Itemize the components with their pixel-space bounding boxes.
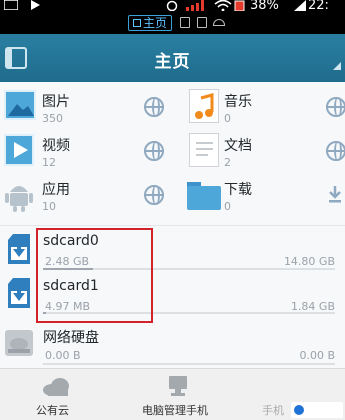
main-content: 图片 350 音乐 0 视频 12 文档 2 应用 10 下载 0 sdcard… bbox=[0, 82, 345, 368]
header-title: 主页 bbox=[154, 52, 191, 72]
globe-icon[interactable] bbox=[144, 185, 164, 205]
drive-used: 0.00 B bbox=[45, 349, 81, 362]
drive-total: 14.80 GB bbox=[283, 255, 335, 268]
category-count: 10 bbox=[42, 200, 56, 213]
category-name: 下载 bbox=[224, 182, 252, 198]
drive-usage-bar bbox=[43, 363, 335, 365]
folder-icon bbox=[187, 180, 221, 210]
category-apps[interactable]: 应用 10 bbox=[0, 176, 172, 216]
watermark-icon bbox=[294, 405, 304, 415]
network-disk-icon bbox=[4, 328, 34, 358]
tab-icon-2[interactable] bbox=[197, 17, 207, 28]
category-name: 图片 bbox=[42, 94, 70, 110]
category-music[interactable]: 音乐 0 bbox=[186, 88, 345, 128]
globe-icon[interactable] bbox=[144, 97, 164, 117]
cloud-tab-icon[interactable] bbox=[213, 19, 225, 26]
category-images[interactable]: 图片 350 bbox=[0, 88, 172, 128]
image-icon bbox=[4, 90, 36, 120]
notification-icon bbox=[3, 0, 19, 12]
android-app-icon bbox=[4, 178, 34, 212]
category-count: 0 bbox=[224, 200, 231, 213]
globe-icon[interactable] bbox=[326, 141, 345, 161]
category-name: 应用 bbox=[42, 182, 70, 198]
category-name: 文档 bbox=[224, 138, 252, 154]
category-videos[interactable]: 视频 12 bbox=[0, 132, 172, 172]
globe-icon[interactable] bbox=[326, 97, 345, 117]
category-count: 350 bbox=[42, 112, 63, 125]
download-icon[interactable] bbox=[328, 185, 342, 207]
app-header: 主页 bbox=[0, 34, 345, 82]
alarm-icon bbox=[166, 0, 178, 13]
battery-icon bbox=[234, 0, 246, 13]
music-icon bbox=[189, 89, 219, 123]
video-icon bbox=[4, 134, 34, 166]
highlight-box bbox=[36, 228, 153, 323]
drive-total: 0.00 B bbox=[299, 349, 335, 362]
nav-label: 手机 bbox=[262, 404, 284, 417]
signal-icon-2 bbox=[294, 0, 306, 13]
category-documents[interactable]: 文档 2 bbox=[186, 132, 345, 172]
status-time: 22: bbox=[308, 0, 329, 13]
drive-name: 网络硬盘 bbox=[43, 330, 99, 346]
category-name: 视频 bbox=[42, 138, 70, 154]
document-icon bbox=[189, 133, 219, 167]
tab-icon-1[interactable] bbox=[180, 17, 190, 28]
category-count: 2 bbox=[224, 156, 231, 169]
drive-network-disk[interactable]: 网络硬盘 0.00 B 0.00 B bbox=[0, 324, 345, 366]
divider bbox=[0, 225, 345, 226]
category-count: 0 bbox=[224, 112, 231, 125]
category-name: 音乐 bbox=[224, 94, 252, 110]
sd-card-icon bbox=[8, 234, 30, 264]
category-count: 12 bbox=[42, 156, 56, 169]
tab-home[interactable]: 主页 bbox=[128, 15, 173, 31]
home-icon bbox=[133, 19, 141, 27]
nav-public-cloud[interactable]: 公有云 bbox=[20, 369, 100, 420]
computer-icon bbox=[167, 375, 189, 401]
play-icon bbox=[30, 0, 40, 12]
nav-pc-manager[interactable]: 电脑管理手机 bbox=[130, 369, 230, 420]
nav-label: 电脑管理手机 bbox=[142, 404, 208, 417]
tab-home-label: 主页 bbox=[143, 16, 168, 30]
nav-label: 公有云 bbox=[36, 404, 69, 417]
category-downloads[interactable]: 下载 0 bbox=[186, 176, 345, 216]
signal-icon bbox=[186, 0, 208, 13]
sd-card-icon bbox=[8, 278, 30, 308]
watermark-logo bbox=[291, 402, 343, 418]
tab-strip: 主页 bbox=[0, 13, 345, 34]
wifi-icon bbox=[214, 0, 232, 13]
menu-corner-icon[interactable] bbox=[333, 62, 341, 70]
cloud-icon bbox=[42, 377, 72, 401]
battery-percentage: 38% bbox=[250, 0, 279, 13]
globe-icon[interactable] bbox=[144, 141, 164, 161]
